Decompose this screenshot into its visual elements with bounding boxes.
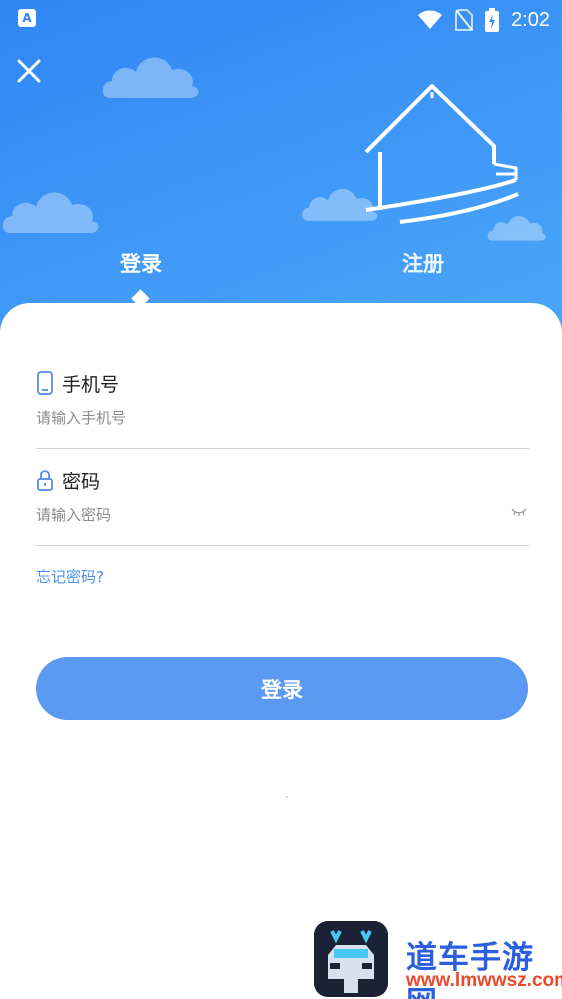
divider	[36, 448, 529, 449]
header-banner: A 2:02 登录 注册	[0, 0, 562, 340]
auth-tabs: 登录 注册	[0, 248, 562, 288]
phone-field: 手机号	[36, 368, 529, 449]
status-time: 2:02	[511, 8, 550, 31]
phone-icon	[37, 371, 53, 395]
login-button[interactable]: 登录	[36, 657, 528, 720]
lock-icon	[37, 470, 53, 491]
battery-charging-icon	[485, 8, 500, 32]
watermark: 道车手游网 www.lmwwsz.com	[314, 918, 562, 999]
tab-register[interactable]: 注册	[402, 248, 444, 278]
password-field: 密码	[36, 465, 529, 546]
house-illustration	[364, 84, 519, 224]
watermark-url: www.lmwwsz.com	[406, 970, 562, 991]
tab-login[interactable]: 登录	[120, 248, 162, 278]
cloud-decoration	[102, 57, 199, 98]
divider	[36, 545, 529, 546]
phone-input[interactable]	[36, 404, 529, 432]
no-sim-icon	[455, 9, 474, 31]
car-logo-icon	[314, 921, 388, 997]
close-icon[interactable]	[14, 56, 44, 86]
cloud-decoration	[2, 192, 99, 233]
dot-artifact	[286, 796, 288, 798]
phone-label: 手机号	[62, 373, 120, 396]
forgot-password-link[interactable]: 忘记密码?	[36, 566, 104, 587]
wifi-icon	[418, 10, 443, 29]
password-input[interactable]	[36, 501, 529, 529]
password-label: 密码	[62, 470, 101, 493]
app-notification-icon: A	[18, 9, 36, 27]
eye-closed-icon[interactable]	[511, 505, 527, 517]
status-bar: A 2:02	[0, 0, 562, 40]
